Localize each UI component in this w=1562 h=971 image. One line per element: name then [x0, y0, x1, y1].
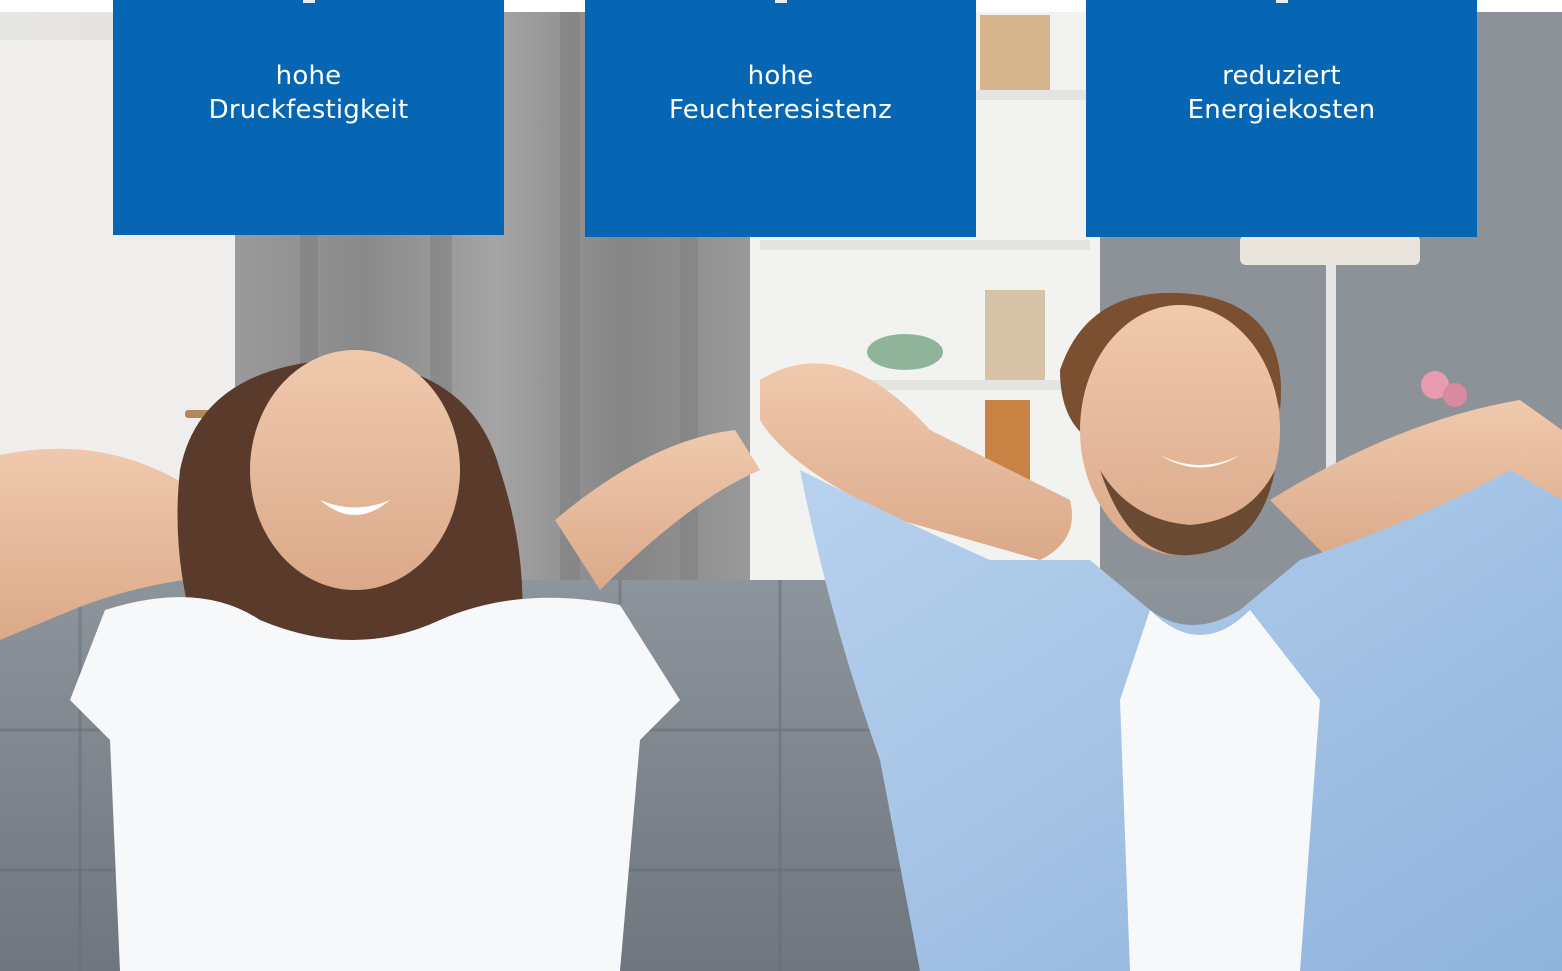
- feature-card-energy: reduziert Energiekosten: [1086, 0, 1477, 237]
- feature-card-text: hohe Druckfestigkeit: [113, 59, 504, 127]
- feature-line-2: Feuchteresistenz: [669, 95, 892, 125]
- feature-card-moisture: hohe Feuchteresistenz: [585, 0, 976, 237]
- feature-line-2: Energiekosten: [1187, 95, 1376, 125]
- feature-line-1: hohe: [747, 61, 814, 91]
- card-icon-stub: [302, 0, 315, 3]
- feature-card-pressure: hohe Druckfestigkeit: [113, 0, 504, 235]
- card-icon-stub: [1275, 0, 1288, 3]
- card-icon-stub: [774, 0, 787, 3]
- hero-section: hohe Druckfestigkeit hohe Feuchteresiste…: [0, 0, 1562, 971]
- feature-line-1: reduziert: [1222, 61, 1341, 91]
- feature-line-1: hohe: [275, 61, 342, 91]
- feature-card-text: reduziert Energiekosten: [1086, 59, 1477, 127]
- feature-card-text: hohe Feuchteresistenz: [585, 59, 976, 127]
- feature-line-2: Druckfestigkeit: [208, 95, 409, 125]
